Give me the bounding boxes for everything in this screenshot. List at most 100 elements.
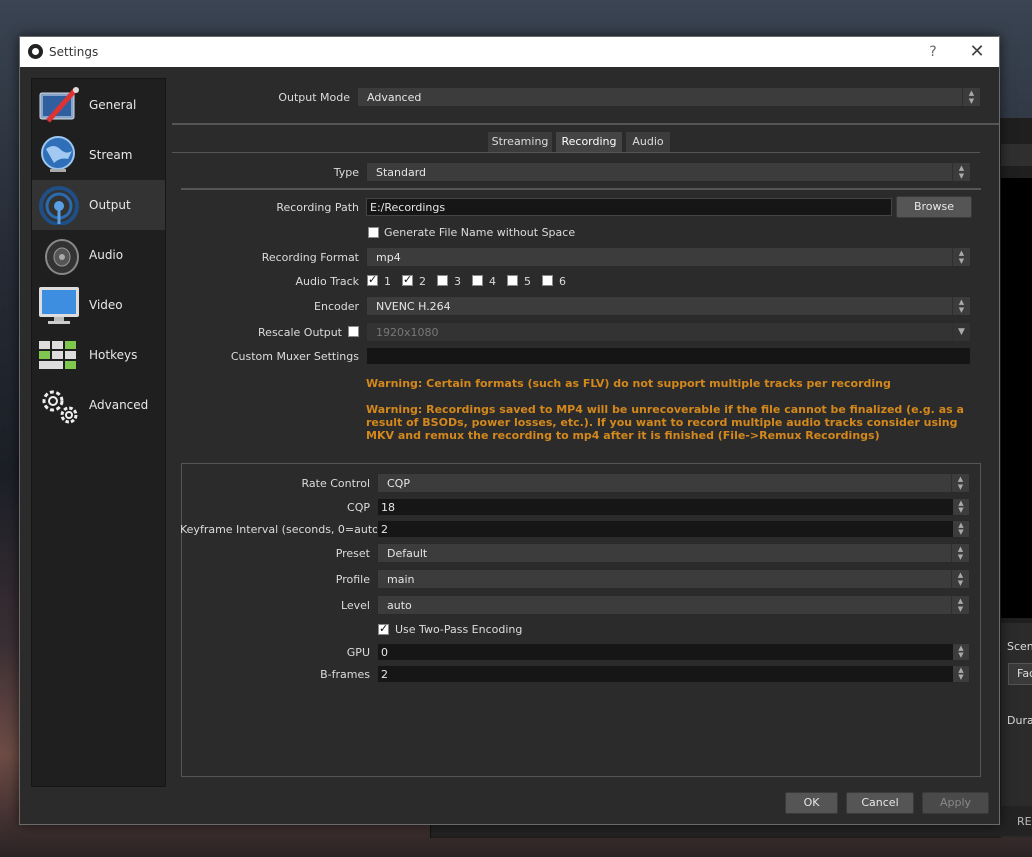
apply-button[interactable]: Apply (922, 792, 989, 814)
cqp-label: CQP (347, 501, 370, 514)
updown-icon: ▲ ▼ (953, 644, 969, 660)
rescale-output-value: 1920x1080 (376, 326, 439, 339)
recording-format-select[interactable]: mp4 ▲ ▼ (366, 247, 971, 267)
audio-track-3-checkbox[interactable] (437, 275, 448, 286)
rate-control-select[interactable]: CQP ▲ ▼ (377, 473, 970, 493)
rate-control-value: CQP (387, 477, 410, 490)
audio-track-1-checkbox[interactable] (367, 273, 378, 286)
cqp-value: 18 (381, 501, 395, 514)
sidebar-item-label: Stream (89, 148, 133, 162)
recording-path-input[interactable]: E:/Recordings (366, 198, 892, 216)
monitor-icon (39, 287, 79, 324)
gears-icon (42, 390, 78, 424)
audio-track-5-label: 5 (524, 275, 531, 288)
type-select[interactable]: Standard ▲ ▼ (366, 162, 971, 182)
close-button[interactable]: ✕ (966, 41, 988, 63)
updown-icon: ▲ ▼ (951, 570, 969, 588)
encoder-label: Encoder (314, 300, 359, 313)
type-value: Standard (376, 166, 427, 179)
keyframe-interval-value: 2 (381, 523, 388, 536)
sidebar-item-audio[interactable]: Audio (32, 230, 165, 280)
audio-track-2-checkbox[interactable] (402, 273, 413, 286)
audio-track-4-label: 4 (489, 275, 496, 288)
gpu-label: GPU (346, 646, 370, 659)
tab-audio[interactable]: Audio (625, 131, 671, 153)
sidebar-item-video[interactable]: Video (32, 280, 165, 330)
audio-track-2-label: 2 (419, 275, 426, 288)
two-pass-label: Use Two-Pass Encoding (395, 623, 523, 636)
tab-streaming[interactable]: Streaming (487, 131, 553, 153)
generate-filename-label: Generate File Name without Space (384, 226, 576, 239)
sidebar-item-label: Video (89, 298, 123, 312)
updown-icon: ▲ ▼ (951, 544, 969, 562)
audio-track-1-label: 1 (384, 275, 391, 288)
audio-track-4-checkbox[interactable] (472, 275, 483, 286)
updown-icon: ▲ ▼ (952, 297, 970, 315)
background-toolbar (1001, 144, 1032, 166)
audio-track-6-checkbox[interactable] (542, 275, 553, 286)
two-pass-checkbox[interactable] (378, 622, 389, 635)
sidebar-item-label: General (89, 98, 137, 112)
recording-path-label: Recording Path (276, 201, 359, 214)
general-icon (39, 87, 79, 123)
cancel-button[interactable]: Cancel (846, 792, 914, 814)
preset-select[interactable]: Default ▲ ▼ (377, 543, 970, 563)
sidebar-item-output[interactable]: Output (32, 180, 165, 230)
level-select[interactable]: auto ▲ ▼ (377, 595, 970, 615)
preset-value: Default (387, 547, 428, 560)
recording-format-value: mp4 (376, 251, 401, 264)
updown-icon: ▲ ▼ (953, 666, 969, 682)
output-mode-select[interactable]: Advanced ▲ ▼ (357, 87, 981, 107)
profile-value: main (387, 573, 415, 586)
obs-logo-icon (28, 44, 43, 59)
keyframe-interval-spinbox[interactable]: 2 ▲ ▼ (377, 520, 970, 538)
browse-button[interactable]: Browse (896, 196, 972, 218)
updown-icon: ▲ ▼ (953, 499, 969, 515)
background-preview (1001, 178, 1032, 618)
divider (181, 188, 981, 190)
rescale-output-label: Rescale Output (258, 326, 342, 339)
ok-button[interactable]: OK (785, 792, 838, 814)
output-mode-value: Advanced (367, 91, 422, 104)
rescale-output-select[interactable]: 1920x1080 ▼ (366, 322, 971, 342)
sidebar-item-advanced[interactable]: Advanced (32, 380, 165, 430)
profile-label: Profile (335, 573, 370, 586)
sidebar-item-stream[interactable]: Stream (32, 130, 165, 180)
custom-muxer-label: Custom Muxer Settings (230, 350, 359, 363)
divider (172, 123, 999, 125)
updown-icon: ▲ ▼ (953, 521, 969, 537)
window-title: Settings (49, 45, 99, 59)
speaker-icon (45, 239, 79, 275)
background-rec-status: REC (1017, 815, 1032, 828)
cqp-spinbox[interactable]: 18 ▲ ▼ (377, 498, 970, 516)
generate-filename-checkbox[interactable] (368, 227, 379, 238)
audio-track-5-checkbox[interactable] (507, 275, 518, 286)
sidebar-item-general[interactable]: General (32, 80, 165, 130)
sidebar-item-hotkeys[interactable]: Hotkeys (32, 330, 165, 380)
recording-format-label: Recording Format (261, 251, 359, 264)
help-button[interactable]: ? (923, 42, 943, 62)
level-label: Level (340, 599, 370, 612)
keyframe-interval-label: Keyframe Interval (seconds, 0=auto) (180, 523, 384, 536)
background-scene-item[interactable]: Fac (1008, 663, 1032, 685)
warning-mp4: Warning: Recordings saved to MP4 will be… (366, 403, 964, 442)
bframes-label: B-frames (320, 668, 370, 681)
audio-track-3-label: 3 (454, 275, 461, 288)
bframes-spinbox[interactable]: 2 ▲ ▼ (377, 665, 970, 683)
sidebar-item-label: Advanced (89, 398, 149, 412)
rescale-output-checkbox[interactable] (348, 326, 359, 337)
title-bar: Settings ? ✕ (20, 37, 999, 67)
profile-select[interactable]: main ▲ ▼ (377, 569, 970, 589)
encoder-select[interactable]: NVENC H.264 ▲ ▼ (366, 296, 971, 316)
custom-muxer-input[interactable] (366, 347, 971, 365)
keyboard-icon (39, 341, 76, 369)
updown-icon: ▲ ▼ (952, 163, 970, 181)
sidebar-item-label: Hotkeys (89, 348, 138, 362)
settings-window: Settings ? ✕ General Stream Output Audio… (19, 36, 1000, 825)
bframes-value: 2 (381, 668, 388, 681)
gpu-spinbox[interactable]: 0 ▲ ▼ (377, 643, 970, 661)
encoder-value: NVENC H.264 (376, 300, 451, 313)
sidebar-item-label: Output (89, 198, 131, 212)
tab-recording[interactable]: Recording (555, 131, 623, 153)
updown-icon: ▲ ▼ (951, 474, 969, 492)
